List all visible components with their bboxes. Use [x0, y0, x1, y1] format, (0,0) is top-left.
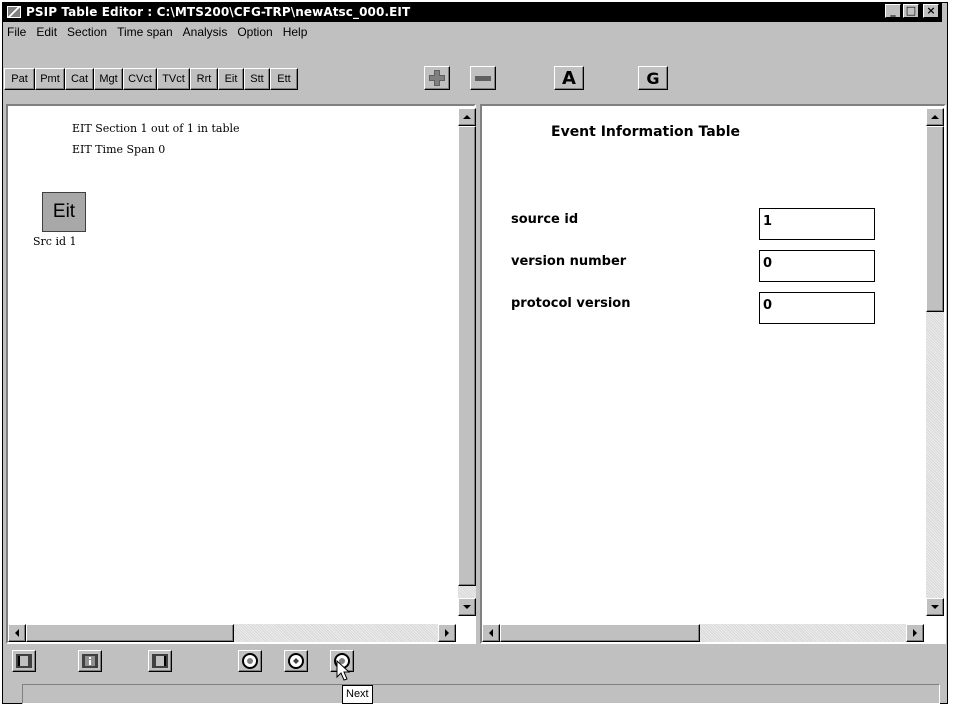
arrow-up-icon	[463, 115, 471, 119]
left-vertical-thumb[interactable]	[458, 126, 476, 586]
arrow-right-icon	[913, 629, 917, 637]
right-scroll-down-button[interactable]	[926, 598, 944, 616]
right-scroll-right-button[interactable]	[906, 624, 924, 642]
maximize-icon: □	[905, 4, 917, 17]
info-icon	[82, 654, 98, 668]
time-span-info: EIT Time Span 0	[72, 143, 166, 156]
menu-section[interactable]: Section	[62, 23, 112, 41]
last-section-icon	[152, 654, 168, 668]
first-section-button[interactable]	[12, 650, 36, 672]
arrow-down-icon	[931, 605, 939, 609]
current-button[interactable]	[284, 650, 308, 672]
eit-node[interactable]: Eit	[42, 192, 86, 232]
close-icon: ×	[926, 4, 936, 17]
a-label: A	[562, 67, 576, 89]
protocol-version-field[interactable]: 0	[759, 292, 875, 324]
eit-node-label: Eit	[52, 201, 76, 222]
arrow-right-icon	[445, 629, 449, 637]
tab-rrt[interactable]: Rrt	[190, 68, 218, 90]
menu-bar: File Edit Section Time span Analysis Opt…	[2, 23, 312, 41]
first-section-icon	[16, 654, 32, 668]
version-number-label: version number	[511, 254, 627, 269]
tab-stt[interactable]: Stt	[244, 68, 270, 90]
minus-icon	[475, 76, 491, 81]
last-section-button[interactable]	[148, 650, 172, 672]
g-label: G	[646, 68, 660, 88]
left-scroll-right-button[interactable]	[438, 624, 456, 642]
tab-pat[interactable]: Pat	[4, 68, 35, 90]
tab-eit[interactable]: Eit	[218, 68, 244, 90]
eit-node-caption: Src id 1	[33, 235, 77, 248]
arrow-down-icon	[463, 605, 471, 609]
close-button[interactable]: ×	[923, 4, 939, 18]
plus-icon	[429, 70, 445, 86]
menu-help[interactable]: Help	[278, 23, 313, 41]
title-bar[interactable]: PSIP Table Editor : C:\MTS200\CFG-TRP\ne…	[2, 2, 942, 22]
right-pane	[480, 104, 946, 644]
arrow-up-icon	[931, 115, 939, 119]
version-number-field[interactable]: 0	[759, 250, 875, 282]
arrow-left-icon	[489, 629, 493, 637]
menu-analysis[interactable]: Analysis	[178, 23, 233, 41]
left-scroll-left-button[interactable]	[8, 624, 26, 642]
left-pane	[6, 104, 476, 644]
left-scroll-down-button[interactable]	[458, 598, 476, 616]
arrow-left-icon	[15, 629, 19, 637]
table-heading: Event Information Table	[551, 124, 740, 140]
next-tooltip: Next	[342, 685, 373, 704]
maximize-button[interactable]: □	[903, 4, 919, 18]
tab-pmt[interactable]: Pmt	[35, 68, 65, 90]
menu-edit[interactable]: Edit	[31, 23, 62, 41]
previous-icon	[242, 653, 258, 669]
tab-tvct[interactable]: TVct	[157, 68, 190, 90]
right-vertical-thumb[interactable]	[926, 126, 944, 312]
menu-option[interactable]: Option	[232, 23, 277, 41]
menu-time-span[interactable]: Time span	[112, 23, 178, 41]
left-horizontal-thumb[interactable]	[26, 624, 234, 642]
remove-button[interactable]	[470, 66, 496, 90]
source-id-field[interactable]: 1	[759, 208, 875, 240]
source-id-label: source id	[511, 212, 579, 227]
tab-cvct[interactable]: CVct	[123, 68, 157, 90]
g-button[interactable]: G	[638, 66, 668, 90]
tab-ett[interactable]: Ett	[270, 68, 298, 90]
add-button[interactable]	[424, 66, 450, 90]
info-button[interactable]	[78, 650, 102, 672]
tab-cat[interactable]: Cat	[65, 68, 94, 90]
left-scroll-up-button[interactable]	[458, 108, 476, 126]
section-info: EIT Section 1 out of 1 in table	[72, 122, 240, 135]
minimize-icon: _	[890, 4, 896, 17]
right-scroll-up-button[interactable]	[926, 108, 944, 126]
protocol-version-label: protocol version	[511, 296, 631, 311]
window-title: PSIP Table Editor : C:\MTS200\CFG-TRP\ne…	[26, 5, 411, 19]
status-bar	[22, 684, 940, 704]
a-button[interactable]: A	[554, 66, 584, 90]
tab-mgt[interactable]: Mgt	[94, 68, 123, 90]
right-horizontal-thumb[interactable]	[500, 624, 700, 642]
minimize-button[interactable]: _	[885, 4, 901, 18]
right-scroll-left-button[interactable]	[482, 624, 500, 642]
mouse-cursor-icon	[336, 660, 351, 681]
current-icon	[288, 653, 304, 669]
previous-button[interactable]	[238, 650, 262, 672]
menu-file[interactable]: File	[2, 23, 31, 41]
app-icon	[7, 6, 21, 18]
